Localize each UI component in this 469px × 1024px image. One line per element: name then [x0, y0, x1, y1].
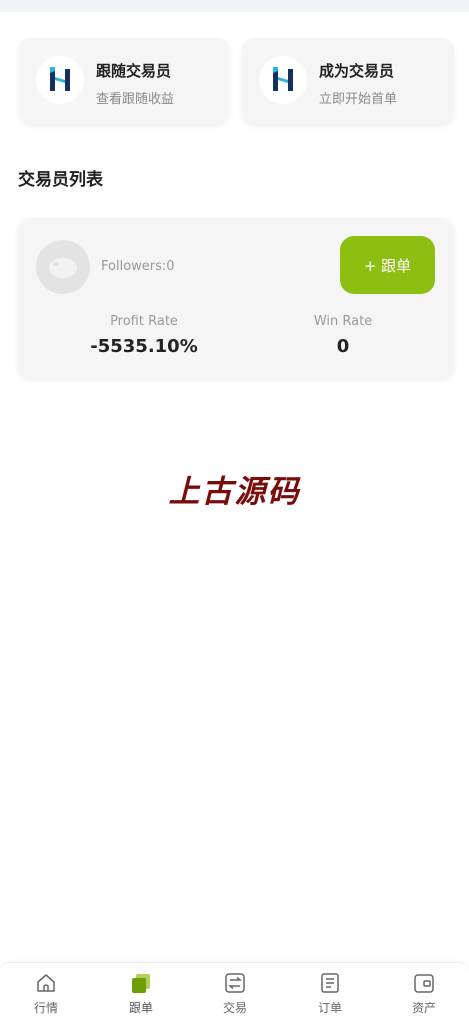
top-strip — [0, 0, 469, 12]
nav-item-assets[interactable]: 资产 — [389, 969, 459, 1021]
home-icon — [37, 974, 55, 992]
nav-item-market[interactable]: 行情 — [11, 969, 81, 1021]
copy-trade-icon — [132, 974, 150, 993]
follow-trader-subtitle: 查看跟随收益 — [96, 92, 175, 107]
nav-item-copy-trade[interactable]: 跟单 — [106, 969, 176, 1021]
avatar — [36, 240, 90, 294]
nav-label-market: 行情 — [33, 1001, 58, 1015]
nav-label-orders: 订单 — [317, 1001, 342, 1015]
nav-label-assets: 资产 — [411, 1001, 436, 1015]
nav-item-trade[interactable]: 交易 — [200, 969, 270, 1021]
exchange-icon — [225, 973, 245, 993]
profit-rate-value: -5535.10% — [90, 336, 198, 357]
profit-rate-label: Profit Rate — [110, 314, 178, 329]
follow-trader-title: 跟随交易员 — [96, 62, 172, 80]
win-rate-label: Win Rate — [313, 314, 373, 329]
nav-label-copy-trade: 跟单 — [128, 1001, 153, 1015]
copy-trading-page: 跟随交易员 查看跟随收益 成为交易员 立即开始首单 交易员列表 Follower… — [0, 0, 469, 1024]
brand-logo-icon — [36, 56, 84, 104]
watermark-text: 上古源码 — [168, 474, 301, 510]
become-trader-title: 成为交易员 — [319, 62, 395, 80]
nav-item-orders[interactable]: 订单 — [295, 969, 365, 1021]
become-trader-card[interactable]: 成为交易员 立即开始首单 — [242, 38, 454, 124]
become-trader-subtitle: 立即开始首单 — [319, 92, 398, 107]
trader-list-title: 交易员列表 — [18, 170, 103, 190]
follow-button[interactable]: + 跟单 — [340, 236, 435, 294]
trader-card[interactable]: Followers:0 + 跟单 Profit Rate -5535.10% W… — [18, 218, 454, 378]
win-rate-value: 0 — [336, 336, 350, 357]
wallet-icon — [414, 974, 434, 993]
brand-logo-icon — [259, 56, 307, 104]
follow-trader-card[interactable]: 跟随交易员 查看跟随收益 — [19, 38, 229, 124]
nav-label-trade: 交易 — [222, 1001, 247, 1015]
followers-count: Followers:0 — [101, 259, 175, 274]
bottom-nav: 行情 跟单 交易 订单 资产 — [0, 962, 469, 1024]
order-list-icon — [321, 973, 339, 993]
